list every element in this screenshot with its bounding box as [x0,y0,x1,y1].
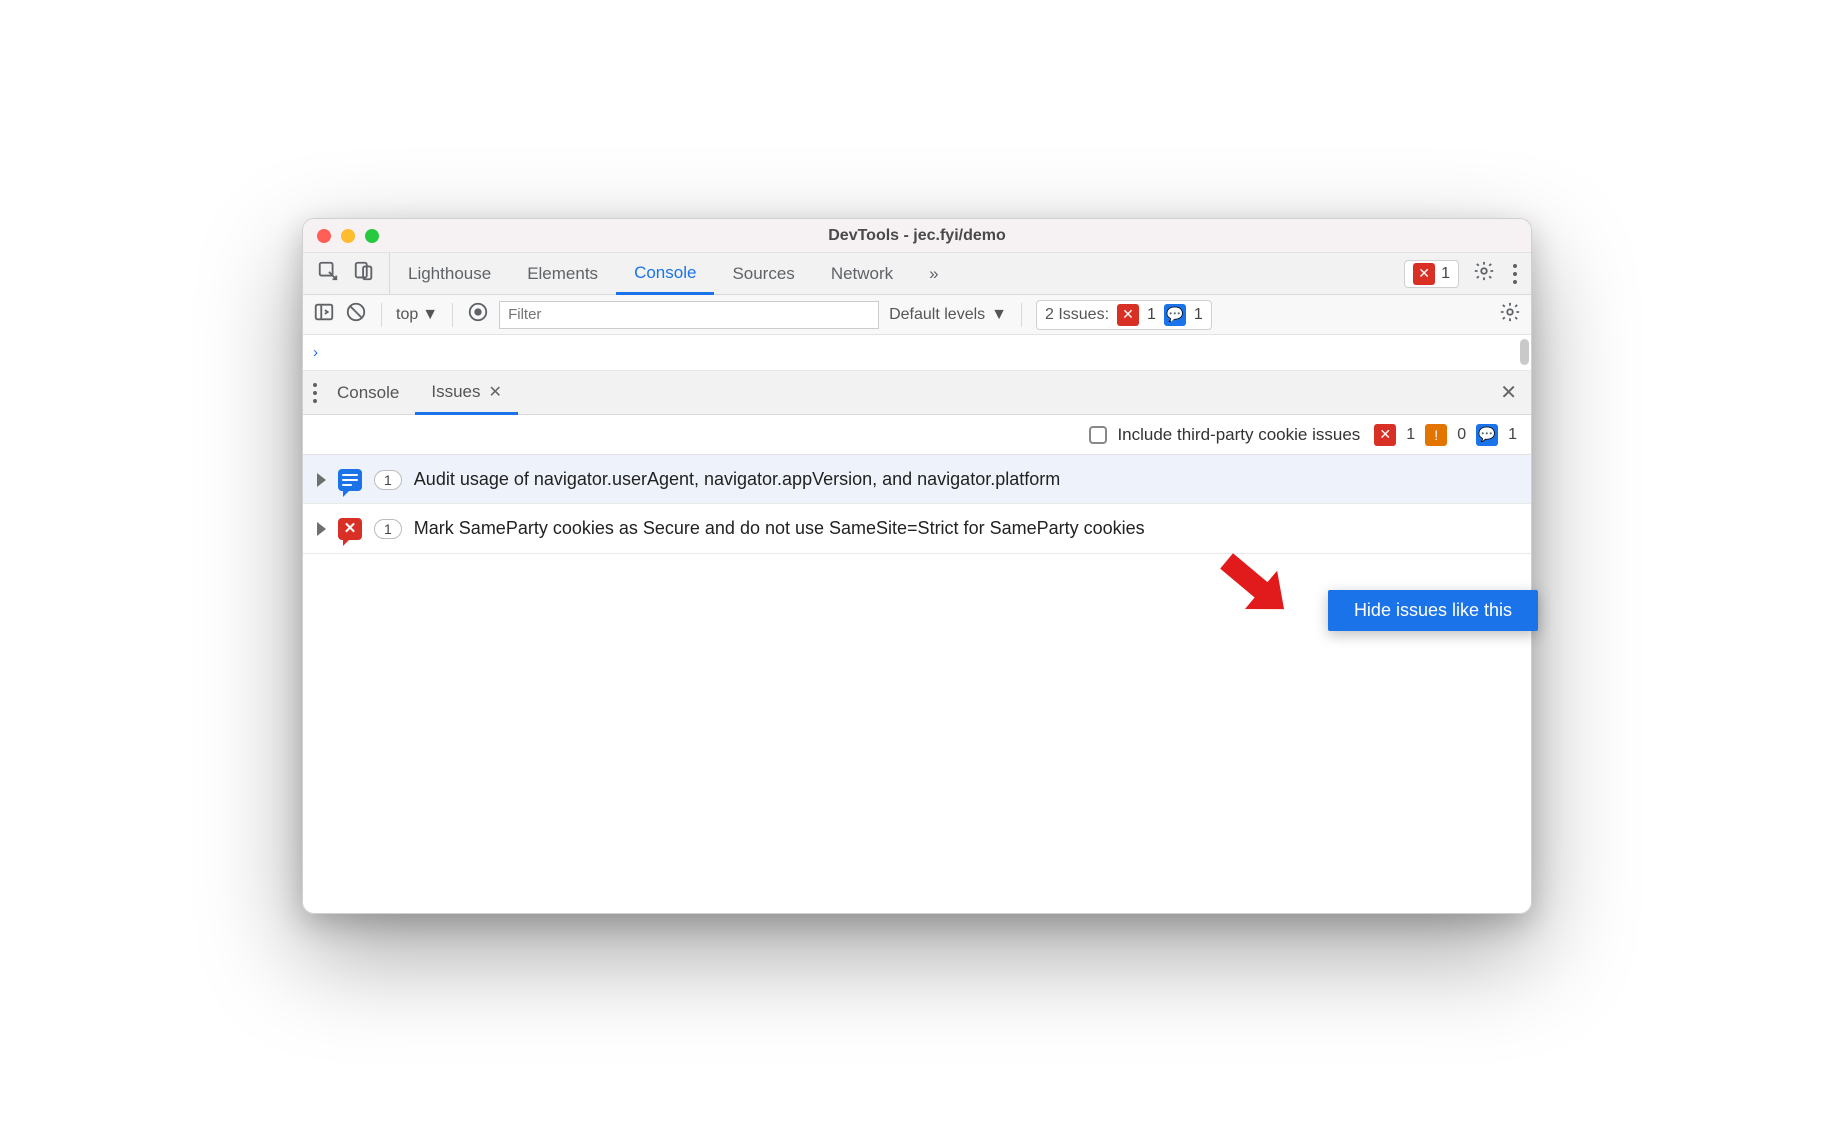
console-body[interactable]: › [303,335,1531,371]
context-menu-item-hide[interactable]: Hide issues like this [1328,590,1538,631]
errors-count: 1 [1441,265,1450,283]
drawer-tab-issues[interactable]: Issues ✕ [415,372,518,415]
warning-count: 0 [1457,426,1466,444]
main-tabstrip: Lighthouse Elements Console Sources Netw… [303,253,1531,295]
tab-label: Sources [732,264,794,284]
warning-icon: ! [1425,424,1447,446]
tab-network[interactable]: Network [813,253,911,294]
issues-label: 2 Issues: [1045,306,1109,324]
issues-toolbar: Include third-party cookie issues ✕ 1 ! … [303,415,1531,455]
tab-label: Elements [527,264,598,284]
info-icon: 💬 [1164,304,1186,326]
chevron-down-icon: ▼ [422,306,438,324]
tabs-overflow[interactable]: » [911,253,956,294]
tab-sources[interactable]: Sources [714,253,812,294]
include-thirdparty-checkbox[interactable]: Include third-party cookie issues [1089,425,1360,445]
error-count: 1 [1147,306,1156,324]
errors-badge[interactable]: ✕ 1 [1404,260,1459,288]
log-levels-selector[interactable]: Default levels ▼ [889,306,1007,324]
devtools-window: DevTools - jec.fyi/demo Lighthouse Eleme… [302,218,1532,914]
console-toolbar: top ▼ Default levels ▼ 2 Issues: ✕ 1 💬 1 [303,295,1531,335]
console-sidebar-toggle-icon[interactable] [313,301,335,328]
window-title: DevTools - jec.fyi/demo [303,227,1531,245]
console-prompt: › [313,344,318,361]
error-count: 1 [1406,426,1415,444]
tab-label: Lighthouse [408,264,491,284]
zoom-window-button[interactable] [365,229,379,243]
traffic-lights [317,229,379,243]
info-issue-icon [338,469,362,491]
inspect-element-icon[interactable] [317,260,339,287]
drawer-more-icon[interactable] [309,379,321,407]
issue-counts: ✕ 1 ! 0 💬 1 [1374,424,1517,446]
tab-console[interactable]: Console [616,254,714,295]
settings-gear-icon[interactable] [1473,260,1495,287]
tab-label: Console [337,383,399,403]
filter-input[interactable] [499,301,879,329]
context-label: top [396,306,418,324]
issue-count-badge: 1 [374,470,402,490]
close-window-button[interactable] [317,229,331,243]
menu-item-label: Hide issues like this [1354,600,1512,620]
context-menu: Hide issues like this [1328,590,1538,631]
scrollbar-thumb[interactable] [1520,339,1529,365]
issue-count-badge: 1 [374,519,402,539]
chevron-down-icon: ▼ [991,306,1007,324]
levels-label: Default levels [889,306,985,324]
error-issue-icon: ✕ [338,518,362,540]
execution-context-selector[interactable]: top ▼ [396,306,438,324]
checkbox-icon [1089,426,1107,444]
drawer-tabstrip: Console Issues ✕ ✕ [303,371,1531,415]
count-value: 1 [384,521,392,537]
close-drawer-icon[interactable]: ✕ [1486,380,1531,405]
issue-row[interactable]: ✕ 1 Mark SameParty cookies as Secure and… [303,504,1531,553]
tab-label: Network [831,264,893,284]
tab-label: Console [634,263,696,283]
expand-triangle-icon[interactable] [317,473,326,487]
close-tab-icon[interactable]: ✕ [489,382,502,402]
info-count: 1 [1508,426,1517,444]
minimize-window-button[interactable] [341,229,355,243]
drawer-tab-console[interactable]: Console [321,371,415,414]
checkbox-label: Include third-party cookie issues [1117,425,1360,445]
live-expression-icon[interactable] [467,301,489,328]
info-count: 1 [1194,306,1203,324]
overflow-glyph: » [929,264,938,284]
tab-label: Issues [431,382,480,402]
issues-summary[interactable]: 2 Issues: ✕ 1 💬 1 [1036,300,1212,330]
info-icon: 💬 [1476,424,1498,446]
device-toolbar-icon[interactable] [353,260,375,287]
more-menu-icon[interactable] [1509,260,1521,288]
console-settings-gear-icon[interactable] [1499,301,1521,328]
error-icon: ✕ [1413,263,1435,285]
expand-triangle-icon[interactable] [317,522,326,536]
count-value: 1 [384,472,392,488]
error-icon: ✕ [1117,304,1139,326]
error-icon: ✕ [1374,424,1396,446]
clear-console-icon[interactable] [345,301,367,328]
issue-text: Audit usage of navigator.userAgent, navi… [414,467,1517,491]
tab-elements[interactable]: Elements [509,253,616,294]
titlebar: DevTools - jec.fyi/demo [303,219,1531,253]
tab-lighthouse[interactable]: Lighthouse [390,253,509,294]
issue-text: Mark SameParty cookies as Secure and do … [414,516,1517,540]
issue-row[interactable]: 1 Audit usage of navigator.userAgent, na… [303,455,1531,504]
